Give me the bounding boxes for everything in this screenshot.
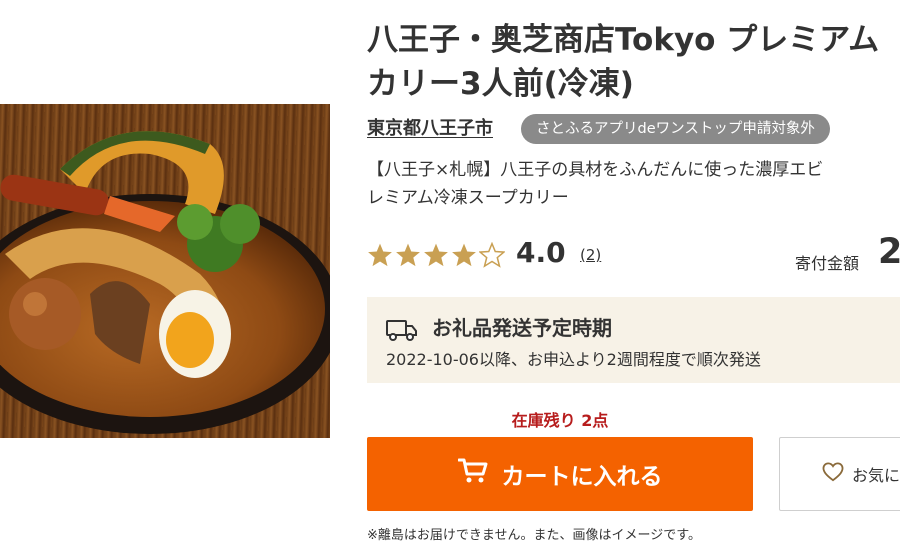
cart-icon (457, 458, 488, 490)
disclaimer-note: ※離島はお届けできません。また、画像はイメージです。 (367, 528, 701, 543)
rating-stars (367, 242, 505, 268)
product-image (0, 104, 330, 438)
onestop-badge: さとふるアプリdeワンストップ申請対象外 (521, 114, 830, 144)
favorite-label: お気に (852, 466, 900, 485)
star-filled-icon (396, 243, 420, 267)
truck-icon (386, 319, 418, 345)
star-filled-icon (452, 243, 476, 267)
product-description: 【八王子×札幌】八王子の具材をふんだんに使った濃厚エビ レミアム冷凍スープカリー (367, 156, 900, 212)
star-empty-icon (479, 242, 505, 268)
donation-amount: 2 (878, 232, 900, 272)
favorite-button[interactable]: お気に (779, 437, 900, 511)
heart-icon (822, 462, 844, 486)
shipping-title: お礼品発送予定時期 (432, 316, 612, 340)
review-count-link[interactable]: (2) (580, 246, 601, 264)
municipality-link[interactable]: 東京都八王子市 (367, 114, 493, 140)
description-line1: 【八王子×札幌】八王子の具材をふんだんに使った濃厚エビ (367, 160, 824, 180)
stock-remaining: 在庫残り 2点 (511, 411, 609, 430)
product-title: 八王子・奥芝商店Tokyo プレミアム カリー3人前(冷凍) (367, 18, 900, 106)
rating-value: 4.0 (516, 236, 566, 269)
shipping-text: 2022-10-06以降、お申込より2週間程度で順次発送 (386, 350, 761, 369)
add-to-cart-label: カートに入れる (501, 464, 663, 490)
star-filled-icon (424, 243, 448, 267)
add-to-cart-button[interactable]: カートに入れる (367, 437, 753, 511)
star-filled-icon (368, 243, 392, 267)
donation-label: 寄付金額 (795, 254, 860, 273)
product-title-line2: カリー3人前(冷凍) (367, 66, 634, 102)
product-title-line1: 八王子・奥芝商店Tokyo プレミアム (367, 22, 880, 58)
description-line2: レミアム冷凍スープカリー (367, 188, 569, 208)
